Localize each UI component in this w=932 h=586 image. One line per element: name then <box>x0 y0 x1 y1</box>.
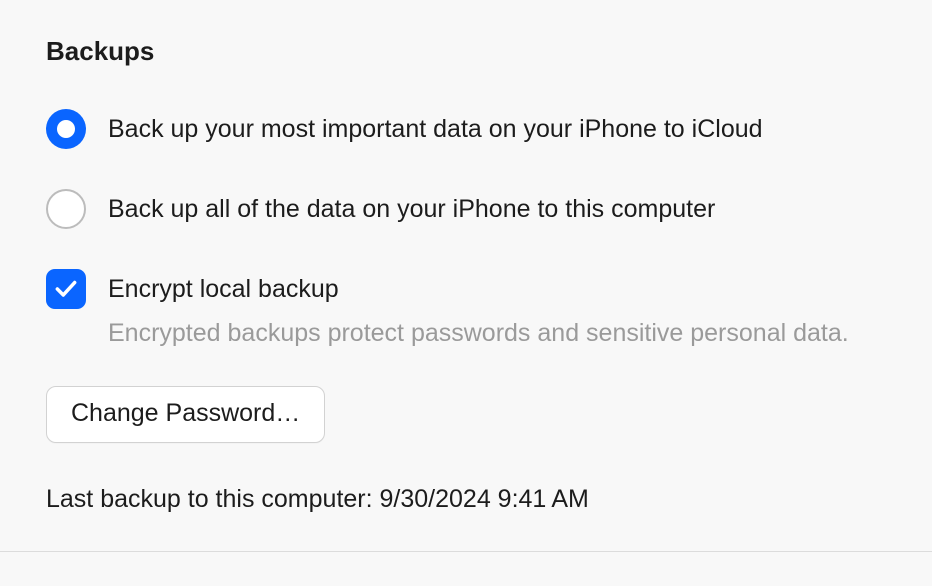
backup-option-icloud-label: Back up your most important data on your… <box>108 113 763 146</box>
divider <box>0 551 932 552</box>
last-backup-prefix: Last backup to this computer: <box>46 485 380 513</box>
backup-option-computer[interactable]: Back up all of the data on your iPhone t… <box>46 189 886 229</box>
backup-option-computer-label: Back up all of the data on your iPhone t… <box>108 193 715 226</box>
change-password-button[interactable]: Change Password… <box>46 386 325 443</box>
radio-selected-icon[interactable] <box>46 109 86 149</box>
encrypt-label: Encrypt local backup <box>108 275 339 304</box>
backups-panel: Backups Back up your most important data… <box>0 0 932 534</box>
encrypt-description: Encrypted backups protect passwords and … <box>108 319 886 348</box>
radio-unselected-icon[interactable] <box>46 189 86 229</box>
checkbox-checked-icon[interactable] <box>46 269 86 309</box>
last-backup-status: Last backup to this computer: 9/30/2024 … <box>46 485 886 514</box>
section-title: Backups <box>46 36 886 67</box>
check-icon <box>53 275 79 301</box>
last-backup-time: 9/30/2024 9:41 AM <box>380 485 589 513</box>
encrypt-local-backup[interactable]: Encrypt local backup <box>46 269 886 309</box>
backup-option-icloud[interactable]: Back up your most important data on your… <box>46 109 886 149</box>
